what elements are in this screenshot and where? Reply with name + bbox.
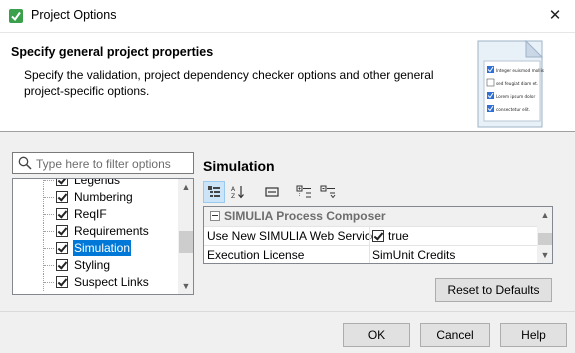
scroll-up-icon[interactable]: ▲	[178, 179, 193, 195]
collapse-all-button[interactable]	[317, 181, 339, 203]
property-toolbar: A Z	[203, 181, 553, 205]
illus-item-4: consectetur elit.	[496, 107, 530, 112]
tree-item-reqif[interactable]: ReqIF	[13, 206, 179, 223]
tree-item-label: Styling	[74, 258, 111, 272]
options-illustration-icon: Integer euismod mollis sed feugiat diam …	[477, 39, 544, 128]
expand-all-button[interactable]	[293, 181, 315, 203]
alphabetical-sort-icon: A Z	[231, 186, 244, 199]
banner-heading: Specify general project properties	[11, 45, 214, 59]
alphabetical-sort-button[interactable]: A Z	[227, 181, 249, 203]
tree-checkbox[interactable]	[56, 191, 68, 203]
filter-box	[12, 152, 194, 174]
window-title: Project Options	[31, 8, 117, 22]
tree-checkbox[interactable]	[56, 276, 68, 288]
tree-checkbox[interactable]	[56, 259, 68, 271]
tree-item-legends[interactable]: Legends	[13, 178, 179, 189]
tree-item-label: Simulation	[73, 240, 132, 256]
collapse-icon[interactable]	[210, 211, 220, 221]
property-row-web-service[interactable]: Use New SIMULIA Web Service true	[204, 226, 537, 245]
scroll-thumb[interactable]	[538, 233, 552, 245]
property-value: true	[388, 229, 409, 243]
expand-all-icon	[296, 185, 311, 198]
close-icon[interactable]: ✕	[541, 4, 569, 28]
tree-item-suspect-links[interactable]: Suspect Links	[13, 274, 179, 291]
categorized-view-icon	[208, 186, 220, 197]
grid-scrollbar[interactable]: ▲ ▼	[537, 207, 552, 263]
tree-checkbox[interactable]	[56, 242, 68, 254]
tree-item-requirements[interactable]: Requirements	[13, 223, 179, 240]
app-icon	[9, 9, 23, 23]
footer-divider	[0, 311, 575, 312]
svg-text:Z: Z	[231, 193, 235, 199]
property-name: Use New SIMULIA Web Service	[207, 229, 378, 243]
tree-item-styling[interactable]: Styling	[13, 257, 179, 274]
tree-item-numbering[interactable]: Numbering	[13, 189, 179, 206]
illus-item-3: Lorem ipsum dolor	[496, 94, 535, 99]
property-checkbox[interactable]	[372, 230, 384, 242]
scroll-down-icon[interactable]: ▼	[178, 278, 193, 294]
scroll-up-icon[interactable]: ▲	[537, 207, 552, 223]
search-icon	[18, 156, 32, 170]
tree-item-label: Legends	[74, 178, 121, 187]
collapse-all-icon	[320, 185, 336, 199]
options-tree: Legends Numbering ReqIF Requirements Sim…	[12, 178, 194, 295]
tree-checkbox[interactable]	[56, 208, 68, 220]
property-group-header[interactable]: SIMULIA Process Composer	[204, 207, 537, 226]
property-name: Execution License	[207, 248, 305, 262]
reset-to-defaults-button[interactable]: Reset to Defaults	[435, 278, 552, 302]
banner-description: Specify the validation, project dependen…	[24, 68, 434, 98]
illus-item-1: Integer euismod mollis	[496, 68, 544, 73]
scroll-thumb[interactable]	[179, 231, 193, 253]
cancel-button[interactable]: Cancel	[420, 323, 490, 347]
illus-item-2: sed feugiat diam et.	[496, 81, 538, 86]
property-pages-button[interactable]	[261, 181, 283, 203]
column-divider[interactable]	[369, 226, 370, 263]
tree-item-simulation[interactable]: Simulation	[13, 240, 179, 257]
tree-item-label: Suspect Links	[74, 275, 149, 289]
tree-checkbox[interactable]	[56, 179, 68, 186]
categorized-view-button[interactable]	[203, 181, 225, 203]
header-banner: Specify general project properties Speci…	[0, 32, 575, 132]
filter-input[interactable]	[36, 155, 190, 172]
help-button[interactable]: Help	[500, 323, 567, 347]
property-grid: SIMULIA Process Composer Use New SIMULIA…	[203, 206, 553, 264]
title-bar: Project Options ✕	[0, 0, 575, 32]
property-value[interactable]: SimUnit Credits	[372, 248, 455, 262]
section-title: Simulation	[203, 158, 275, 174]
tree-item-label: Numbering	[74, 190, 133, 204]
property-pages-icon	[265, 187, 279, 197]
ok-button[interactable]: OK	[343, 323, 410, 347]
tree-checkbox[interactable]	[56, 225, 68, 237]
scroll-down-icon[interactable]: ▼	[537, 247, 552, 263]
property-row-execution-license[interactable]: Execution License SimUnit Credits	[204, 245, 537, 263]
property-group-title: SIMULIA Process Composer	[224, 209, 386, 223]
tree-scrollbar[interactable]: ▲ ▼	[178, 179, 193, 294]
svg-text:A: A	[231, 186, 236, 193]
tree-item-label: ReqIF	[74, 207, 107, 221]
tree-item-label: Requirements	[74, 224, 149, 238]
